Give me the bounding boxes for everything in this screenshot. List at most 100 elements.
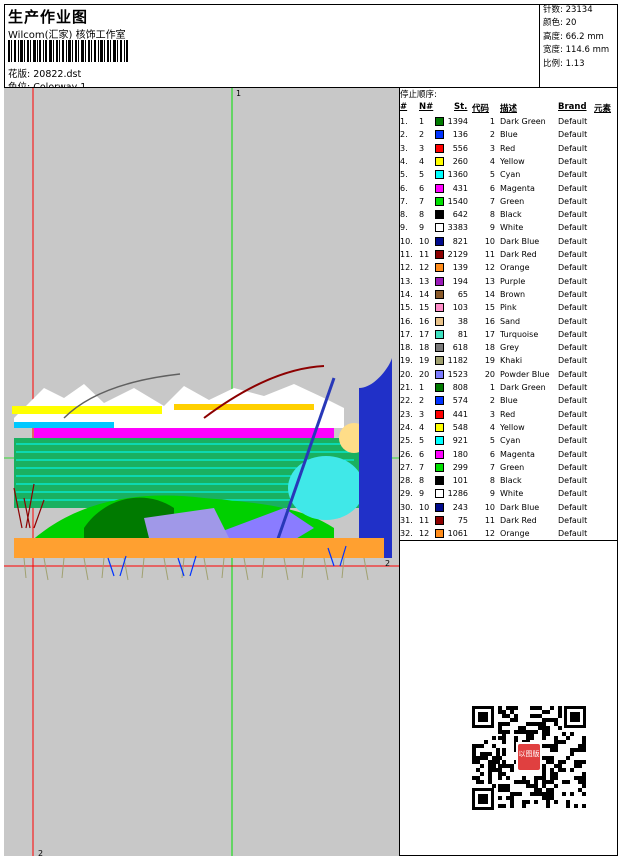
row-description: Red [500,409,516,419]
row-needle: 8 [419,476,425,486]
color-swatch [435,156,444,166]
row-brand: Default [558,156,588,166]
row-description: Dark Red [500,516,537,525]
row-code: 8 [489,476,495,486]
row-index: 23. [400,409,413,419]
color-swatch [435,436,444,446]
row-brand: Default [558,223,588,233]
marker-top: 1 [236,89,241,98]
row-brand: Default [558,462,588,472]
row-brand: Default [558,117,588,126]
row-code: 6 [489,449,495,459]
stats-panel: 针数: 23134 颜色: 20 高度: 66.2 mm 宽度: 114.6 m… [540,4,618,88]
row-needle: 1 [419,383,425,392]
table-row: 29. 9 1286 9 White Default [400,488,618,501]
row-needle: 5 [419,170,425,180]
color-swatch [435,236,444,246]
row-code: 9 [489,489,495,499]
row-brand: Default [558,489,588,499]
row-description: Green [500,462,525,472]
row-needle: 16 [419,316,430,326]
row-code: 3 [489,409,495,419]
col-hash: # [400,102,408,112]
row-code: 20 [484,369,495,379]
color-swatch [435,369,444,379]
row-code: 1 [489,383,495,392]
row-description: Orange [500,529,530,539]
row-index: 27. [400,462,413,472]
color-swatch [435,170,444,180]
row-brand: Default [558,236,588,246]
row-code: 7 [489,462,495,472]
barcode-icon [8,40,128,62]
row-brand: Default [558,396,588,406]
row-index: 13. [400,276,413,286]
table-row: 17. 17 81 17 Turquoise Default [400,329,618,342]
table-row: 31. 11 75 11 Dark Red Default [400,515,618,528]
row-description: Cyan [500,170,521,180]
stat-height: 高度: 66.2 mm [543,31,604,42]
row-code: 7 [489,196,495,206]
color-swatch [435,143,444,153]
color-swatch [435,476,444,486]
table-row: 13. 13 194 13 Purple Default [400,276,618,289]
table-row: 4. 4 260 4 Yellow Default [400,156,618,169]
row-description: Black [500,476,522,486]
table-row: 32. 12 1061 12 Orange Default [400,528,618,541]
design-canvas[interactable]: 1 2 2 [4,88,400,856]
color-swatch [435,316,444,326]
row-index: 3. [400,143,408,153]
row-needle: 6 [419,449,425,459]
row-index: 10. [400,236,413,246]
table-row: 11. 11 2129 11 Dark Red Default [400,249,618,262]
color-swatch [435,529,444,539]
row-index: 11. [400,250,413,259]
row-needle: 7 [419,462,425,472]
row-brand: Default [558,143,588,153]
row-needle: 3 [419,409,425,419]
color-swatch [435,289,444,299]
row-index: 18. [400,343,413,353]
color-swatch [435,343,444,353]
row-needle: 7 [419,196,425,206]
col-desc: 描述 [500,104,518,114]
color-swatch [435,396,444,406]
row-description: Dark Green [500,117,546,126]
col-n: N# [419,102,434,112]
row-index: 9. [400,223,408,233]
row-index: 14. [400,289,413,299]
row-needle: 11 [419,250,430,259]
row-description: White [500,223,524,233]
qr-stamp-text: 以图版 [519,749,540,758]
row-code: 8 [489,210,495,220]
row-code: 5 [489,170,495,180]
row-description: Pink [500,303,517,313]
row-brand: Default [558,303,588,313]
row-needle: 2 [419,396,425,406]
row-description: Turquoise [500,329,539,339]
row-brand: Default [558,436,588,446]
row-brand: Default [558,329,588,339]
row-index: 31. [400,516,413,525]
row-brand: Default [558,383,588,392]
color-swatch [435,130,444,140]
table-row: 28. 8 101 8 Black Default [400,475,618,488]
row-description: Green [500,196,525,206]
row-brand: Default [558,516,588,525]
color-swatch [435,449,444,459]
row-needle: 18 [419,343,430,353]
row-brand: Default [558,476,588,486]
row-description: Dark Blue [500,236,540,246]
marker-bottom: 2 [38,849,43,856]
table-row: 27. 7 299 7 Green Default [400,462,618,475]
row-description: Cyan [500,436,521,446]
row-index: 28. [400,476,413,486]
table-row: 30. 10 243 10 Dark Blue Default [400,502,618,515]
table-row: 1. 1 1394 1 Dark Green Default [400,116,618,129]
row-index: 15. [400,303,413,313]
color-swatch [435,502,444,512]
row-code: 10 [484,502,495,512]
row-needle: 6 [419,183,425,193]
row-needle: 9 [419,223,425,233]
row-code: 10 [484,236,495,246]
